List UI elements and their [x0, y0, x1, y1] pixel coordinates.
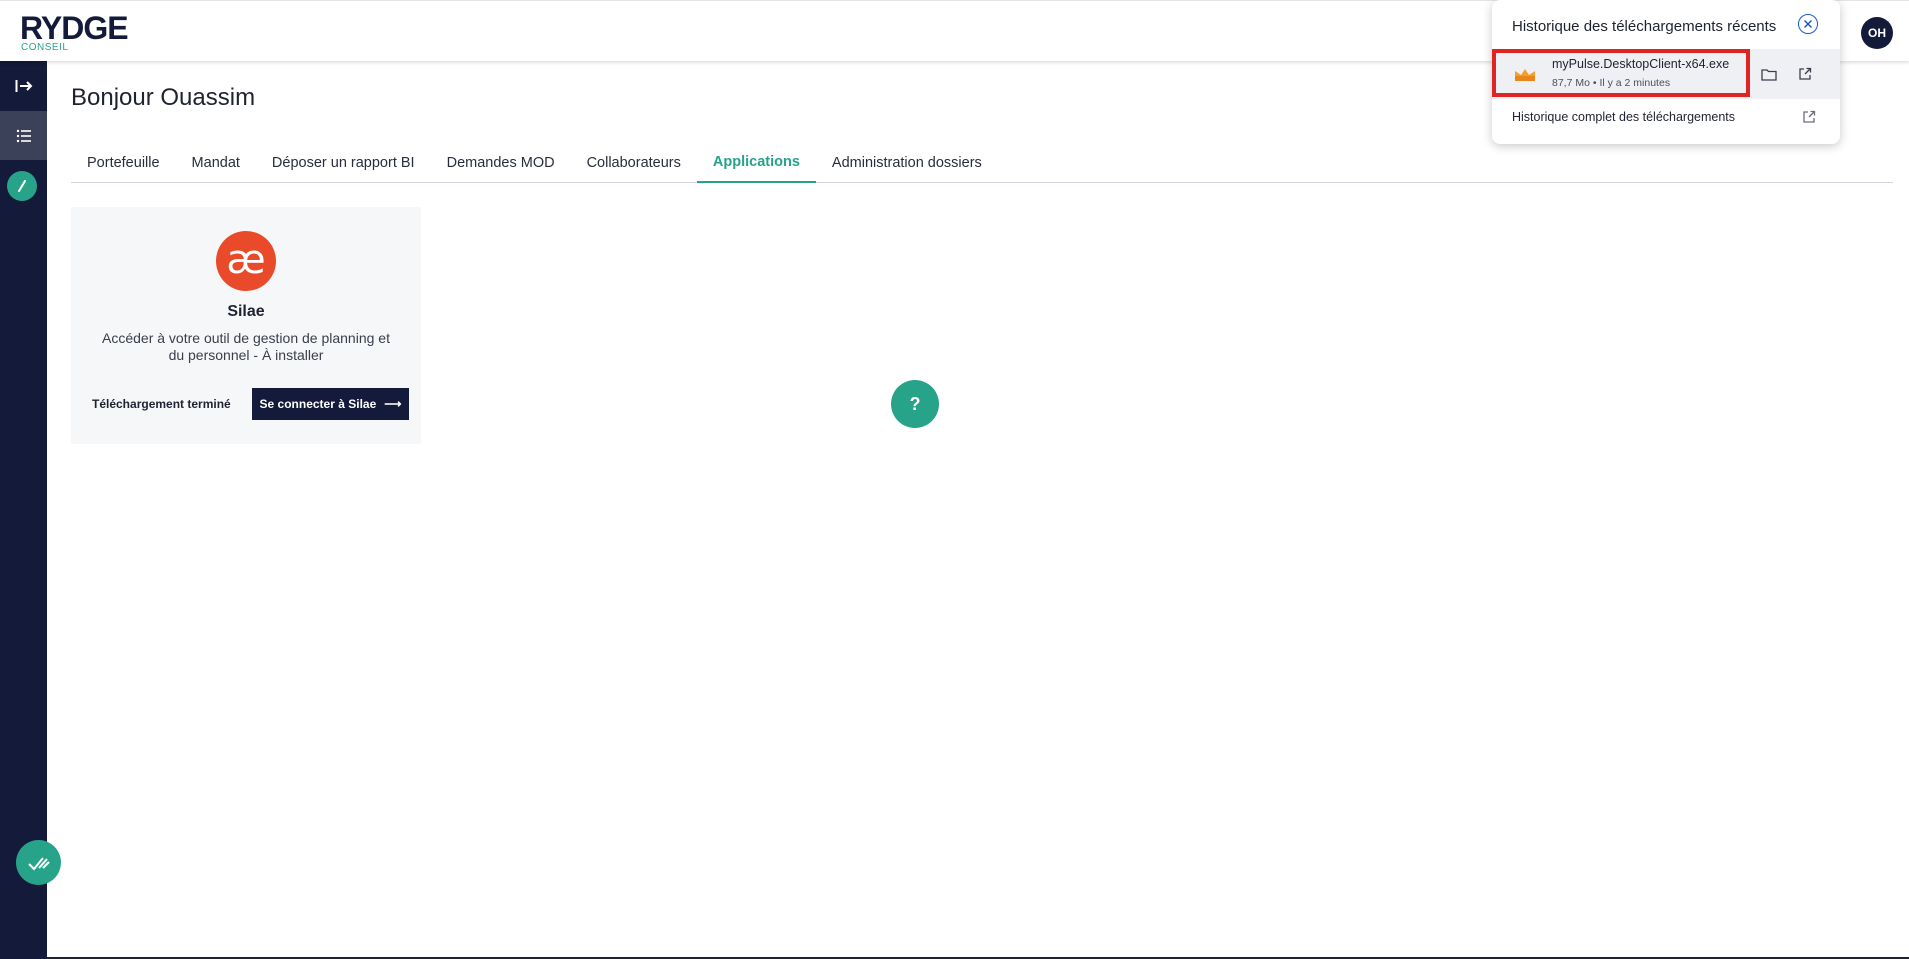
- sidebar: [0, 61, 47, 959]
- download-popup-title: Historique des téléchargements récents: [1512, 18, 1777, 35]
- list-icon: [16, 129, 31, 142]
- help-button[interactable]: ?: [891, 380, 939, 428]
- full-history-open-button[interactable]: [1798, 106, 1820, 128]
- tab-demandes-mod[interactable]: Demandes MOD: [431, 142, 571, 183]
- tab-applications[interactable]: Applications: [696, 142, 816, 183]
- folder-icon: [1761, 68, 1777, 81]
- open-file-button[interactable]: [1794, 63, 1816, 85]
- app-description: Accéder à votre outil de gestion de plan…: [102, 330, 390, 363]
- download-file-meta: 87,7 Mo • Il y a 2 minutes: [1552, 77, 1671, 89]
- check-icon: [27, 856, 50, 870]
- logo-subtitle: CONSEIL: [21, 42, 69, 53]
- close-icon: [1803, 19, 1813, 29]
- expand-arrow-icon: [15, 79, 32, 92]
- tab-mandat[interactable]: Mandat: [176, 142, 256, 183]
- app-card-silae: æ Silae Accéder à votre outil de gestion…: [71, 207, 421, 444]
- check-status-button[interactable]: [16, 840, 61, 885]
- app-name: Silae: [227, 303, 265, 320]
- sidebar-edit-button[interactable]: [7, 171, 37, 201]
- download-file-name: myPulse.DesktopClient-x64.exe: [1552, 57, 1730, 71]
- close-popup-button[interactable]: [1798, 14, 1818, 34]
- arrow-right-icon: ⟶: [384, 397, 402, 411]
- full-download-history-link[interactable]: Historique complet des téléchargements: [1512, 110, 1735, 124]
- tab-portefeuille[interactable]: Portefeuille: [71, 142, 176, 183]
- user-avatar[interactable]: OH: [1861, 17, 1893, 49]
- page-greeting: Bonjour Ouassim: [71, 84, 256, 111]
- sidebar-expand-button[interactable]: [0, 61, 47, 110]
- external-link-icon: [1803, 110, 1816, 123]
- download-status: Téléchargement terminé: [92, 397, 231, 411]
- connect-silae-button[interactable]: Se connecter à Silae ⟶: [252, 388, 409, 420]
- connect-button-label: Se connecter à Silae: [259, 397, 377, 411]
- sidebar-list-button[interactable]: [0, 111, 47, 160]
- download-history-popup: Historique des téléchargements récents m…: [1492, 0, 1840, 144]
- rydge-logo[interactable]: RYDGE: [20, 12, 129, 44]
- pen-icon: [18, 180, 26, 192]
- tab-deposer-rapport-bi[interactable]: Déposer un rapport BI: [256, 142, 431, 183]
- tab-administration-dossiers[interactable]: Administration dossiers: [816, 142, 998, 183]
- silae-logo-icon: æ: [216, 231, 276, 291]
- tab-bar: Portefeuille Mandat Déposer un rapport B…: [71, 142, 1893, 183]
- show-in-folder-button[interactable]: [1758, 63, 1780, 85]
- exe-file-icon: [1515, 69, 1535, 81]
- tab-collaborateurs[interactable]: Collaborateurs: [571, 142, 697, 183]
- external-link-icon: [1799, 67, 1812, 80]
- download-item[interactable]: myPulse.DesktopClient-x64.exe 87,7 Mo • …: [1492, 49, 1840, 99]
